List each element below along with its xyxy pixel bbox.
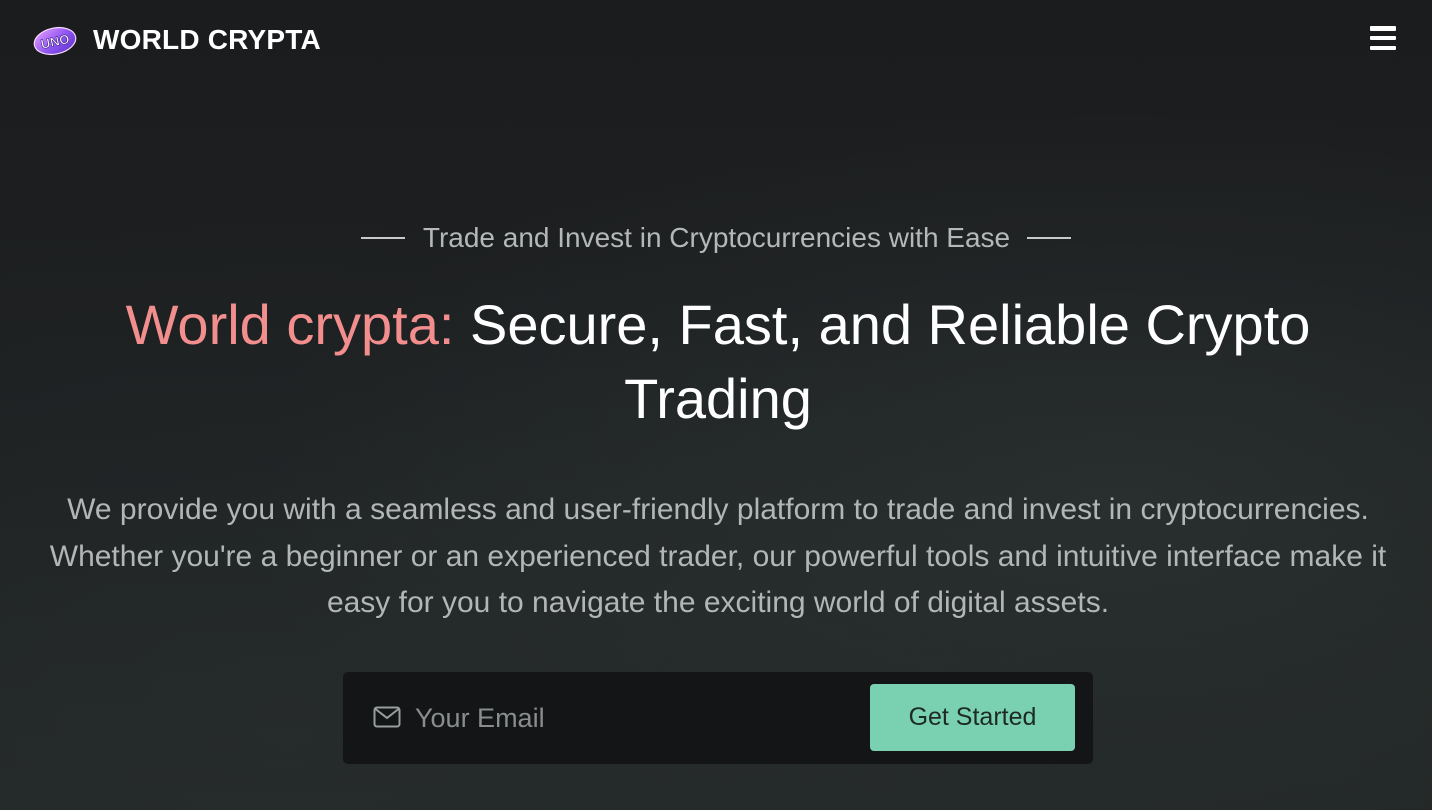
hero-headline: World crypta: Secure, Fast, and Reliable…: [60, 288, 1376, 436]
eyebrow-dash-left: [360, 237, 405, 239]
menu-line: [1370, 45, 1396, 50]
hero-eyebrow: Trade and Invest in Cryptocurrencies wit…: [0, 222, 1432, 254]
get-started-button[interactable]: Get Started: [870, 684, 1075, 751]
headline-accent: World crypta:: [125, 293, 455, 356]
menu-line: [1370, 26, 1396, 31]
menu-line: [1370, 35, 1396, 41]
email-input[interactable]: [415, 698, 845, 738]
eyebrow-dash-right: [1027, 237, 1072, 239]
eyebrow-text: Trade and Invest in Cryptocurrencies wit…: [422, 222, 1011, 253]
hamburger-menu-icon[interactable]: [1370, 26, 1396, 50]
envelope-icon: [373, 706, 401, 728]
email-signup-form: Get Started: [343, 672, 1093, 764]
hero-description: We provide you with a seamless and user-…: [49, 493, 1387, 619]
brand-name: WORLD CRYPTA: [93, 24, 321, 55]
brand-logo-link[interactable]: UNO WORLD CRYPTA: [33, 23, 321, 57]
landing-page: UNO WORLD CRYPTA Trade and Invest in Cry…: [0, 0, 1432, 810]
headline-rest: Secure, Fast, and Reliable Crypto Tradin…: [469, 293, 1311, 430]
uno-logo-icon: UNO: [33, 23, 77, 57]
